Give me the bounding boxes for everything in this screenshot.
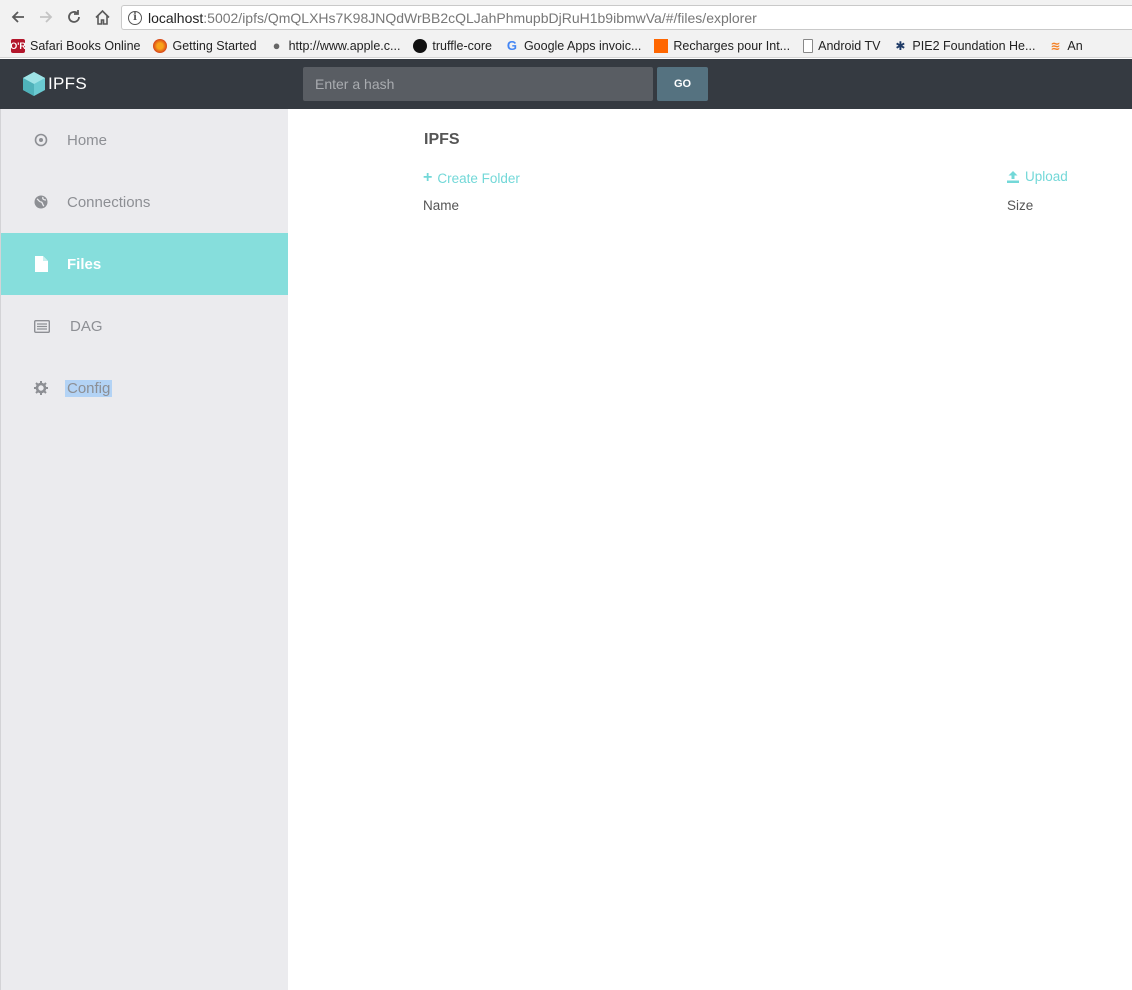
bookmark-label: Recharges pour Int... bbox=[673, 38, 791, 53]
bookmark-label: PIE2 Foundation He... bbox=[912, 38, 1036, 53]
upload-button[interactable]: Upload bbox=[1007, 169, 1068, 184]
bookmark-label: An bbox=[1067, 38, 1083, 53]
bookmark-safari-books[interactable]: O'R Safari Books Online bbox=[10, 38, 141, 53]
url-path: :5002/ipfs/QmQLXHs7K98JNQdWrBB2cQLJahPhm… bbox=[203, 9, 757, 26]
sidebar-item-files[interactable]: Files bbox=[1, 233, 288, 295]
target-icon bbox=[33, 132, 49, 148]
info-icon[interactable]: i bbox=[128, 10, 142, 25]
sidebar-item-home[interactable]: Home bbox=[1, 109, 288, 171]
back-icon[interactable] bbox=[4, 0, 32, 34]
bookmark-getting-started[interactable]: Getting Started bbox=[153, 38, 257, 53]
bookmark-label: Google Apps invoic... bbox=[523, 38, 642, 53]
sidebar-item-label: Home bbox=[67, 131, 108, 149]
file-icon bbox=[33, 256, 49, 272]
bookmark-truffle-core[interactable]: truffle-core bbox=[413, 38, 492, 53]
page-title: IPFS bbox=[424, 131, 460, 148]
hash-input[interactable] bbox=[303, 67, 653, 101]
github-icon bbox=[413, 38, 428, 53]
create-folder-button[interactable]: + Create Folder bbox=[423, 169, 520, 187]
ipfs-cube-icon bbox=[23, 72, 45, 96]
bookmark-android-tv[interactable]: Android TV bbox=[803, 38, 881, 53]
apple-icon: ● bbox=[272, 38, 281, 53]
column-header-name[interactable]: Name bbox=[423, 198, 459, 213]
reload-icon[interactable] bbox=[60, 0, 88, 34]
page-icon bbox=[803, 38, 814, 53]
sidebar: Home Connections Files DAG Config bbox=[0, 109, 288, 990]
upload-icon bbox=[1007, 170, 1019, 183]
sidebar-item-label: Connections bbox=[67, 193, 151, 211]
bookmark-apple[interactable]: ● http://www.apple.c... bbox=[270, 38, 401, 53]
upload-label: Upload bbox=[1025, 169, 1068, 184]
url-host: localhost bbox=[148, 9, 204, 26]
pie2-icon: ✱ bbox=[895, 38, 906, 53]
bookmark-label: Android TV bbox=[818, 38, 881, 53]
globe-icon bbox=[33, 194, 49, 210]
sidebar-item-label: DAG bbox=[70, 317, 103, 335]
browser-toolbar: i localhost:5002/ipfs/QmQLXHs7K98JNQdWrB… bbox=[0, 0, 1132, 34]
go-button[interactable]: GO bbox=[657, 67, 708, 101]
sidebar-item-label: Config bbox=[65, 379, 113, 397]
brand-name: IPFS bbox=[48, 74, 87, 93]
app-header: IPFS GO bbox=[0, 59, 1132, 109]
firefox-icon bbox=[153, 38, 168, 53]
bookmark-recharges[interactable]: Recharges pour Int... bbox=[654, 38, 791, 53]
bookmark-google-apps[interactable]: G Google Apps invoic... bbox=[505, 38, 642, 53]
forward-icon[interactable] bbox=[32, 0, 60, 34]
create-folder-label: Create Folder bbox=[437, 170, 520, 186]
sidebar-item-connections[interactable]: Connections bbox=[1, 171, 288, 233]
bookmark-pie2[interactable]: ✱ PIE2 Foundation He... bbox=[893, 39, 1035, 53]
sidebar-item-label: Files bbox=[67, 255, 102, 273]
stackoverflow-icon: ≋ bbox=[1050, 38, 1061, 53]
bookmarks-bar: O'R Safari Books Online Getting Started … bbox=[0, 34, 1132, 58]
plus-icon: + bbox=[423, 169, 433, 186]
bookmark-label: truffle-core bbox=[432, 38, 492, 53]
bookmark-stackoverflow[interactable]: ≋ An bbox=[1048, 39, 1082, 53]
brand-logo[interactable]: IPFS bbox=[22, 71, 87, 97]
column-header-size[interactable]: Size bbox=[1007, 198, 1033, 213]
home-icon[interactable] bbox=[88, 0, 116, 34]
bookmark-label: Safari Books Online bbox=[30, 38, 141, 53]
bookmark-label: Getting Started bbox=[172, 38, 257, 53]
sidebar-item-config[interactable]: Config bbox=[1, 357, 288, 419]
address-bar[interactable]: i localhost:5002/ipfs/QmQLXHs7K98JNQdWrB… bbox=[121, 5, 1132, 30]
list-icon bbox=[34, 318, 50, 334]
orange-icon bbox=[654, 38, 669, 53]
safari-books-icon: O'R bbox=[10, 38, 26, 53]
gear-icon bbox=[33, 380, 49, 396]
bookmark-label: http://www.apple.c... bbox=[288, 38, 401, 53]
google-icon: G bbox=[506, 38, 517, 53]
sidebar-item-dag[interactable]: DAG bbox=[1, 295, 288, 357]
